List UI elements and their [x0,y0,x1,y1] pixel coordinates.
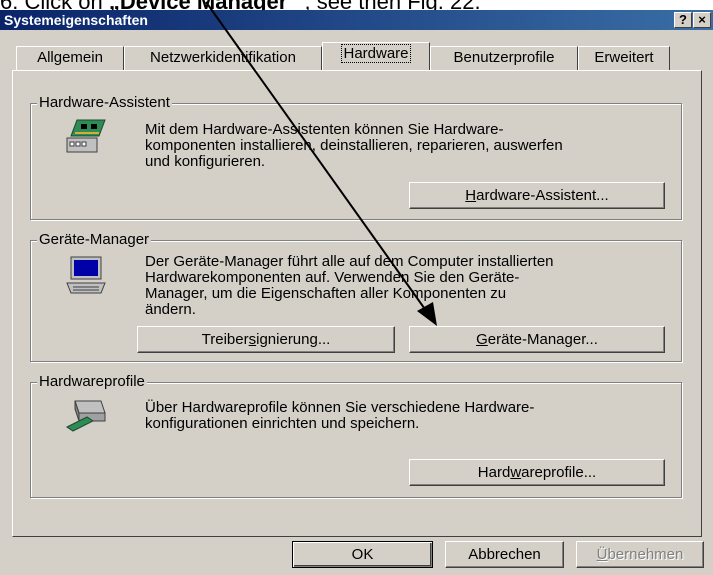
tab-netzwerkidentifikation[interactable]: Netzwerkidentifikation [124,46,322,70]
instruction-bold: „Device Manager“ [109,0,299,10]
device-manager-button[interactable]: Geräte-Manager... [409,326,665,353]
description-line: Hardwarekomponenten auf. Verwenden Sie d… [145,269,520,286]
button-text: bernehmen [607,546,684,563]
button-mnemonic: w [510,464,522,481]
description-line: und konfigurieren. [145,153,266,170]
tab-label: Allgemein [37,49,103,66]
tab-label: Erweitert [594,49,654,66]
apply-button[interactable]: Übernehmen [576,541,704,568]
button-text: Treiber [201,331,249,348]
ok-button[interactable]: OK [292,541,433,568]
window-title: Systemeigenschaften [4,12,148,28]
description-line: konfigurationen einrichten und speichern… [145,415,420,432]
button-mnemonic: H [465,187,477,204]
driver-signing-button[interactable]: Treibersignierung... [137,326,395,353]
device-manager-description: Der Geräte-Manager führt alle auf dem Co… [145,254,671,318]
group-geraete-manager: Geräte-Manager Der Geräte-Manager führt … [30,231,682,362]
description-line: ändern. [145,301,196,318]
tab-hardware[interactable]: Hardware [322,42,430,70]
instruction-text: 6. Click on „Device Manager“ , see then … [0,0,713,10]
button-text: Hard [477,464,511,481]
tab-allgemein[interactable]: Allgemein [16,46,124,70]
group-label: Geräte-Manager [37,231,152,249]
group-hardwareprofile: Hardwareprofile Über Hardwareprofile kön… [30,373,682,498]
hardware-profiles-button[interactable]: Hardwareprofile... [409,459,665,486]
button-mnemonic: s [248,331,257,348]
button-text: ignierung... [256,331,331,348]
close-button[interactable]: × [693,12,711,28]
button-mnemonic: Ü [596,546,608,563]
help-button[interactable]: ? [674,12,692,28]
system-properties-dialog: Systemeigenschaften ? × Allgemein Netzwe… [0,10,713,575]
instruction-suffix: , see then Fig. 22. [298,0,480,10]
group-label: Hardware-Assistent [37,94,172,112]
description-line: Mit dem Hardware-Assistenten können Sie … [145,121,504,138]
hardware-profiles-description: Über Hardwareprofile können Sie verschie… [145,400,671,432]
hardware-wizard-description: Mit dem Hardware-Assistenten können Sie … [145,122,671,170]
description-line: komponenten installieren, deinstallieren… [145,137,563,154]
description-line: Der Geräte-Manager führt alle auf dem Co… [145,253,554,270]
button-mnemonic: G [476,331,488,348]
title-bar[interactable]: Systemeigenschaften ? × [0,10,713,30]
tab-label: Benutzerprofile [453,49,555,66]
button-text: ardware-Assistent... [476,187,609,204]
group-label: Hardwareprofile [37,373,147,391]
computer-icon [66,256,106,294]
description-line: Manager, um die Eigenschaften aller Komp… [145,285,507,302]
tab-benutzerprofile[interactable]: Benutzerprofile [430,46,578,70]
instruction-prefix: 6. Click on [0,0,109,10]
button-text: areprofile... [521,464,597,481]
tab-label: Hardware [341,44,411,63]
hardware-profile-icon [66,400,106,432]
cancel-button[interactable]: Abbrechen [445,541,564,568]
tab-label: Netzwerkidentifikation [150,49,296,66]
hardware-wizard-button[interactable]: Hardware-Assistent... [409,182,665,209]
description-line: Über Hardwareprofile können Sie verschie… [145,399,535,416]
button-text: eräte-Manager... [487,331,598,348]
group-hardware-assistent: Hardware-Assistent Mit dem Hardware-Assi… [30,94,682,220]
hardware-wizard-icon [66,119,106,153]
tab-erweitert[interactable]: Erweitert [578,46,670,70]
